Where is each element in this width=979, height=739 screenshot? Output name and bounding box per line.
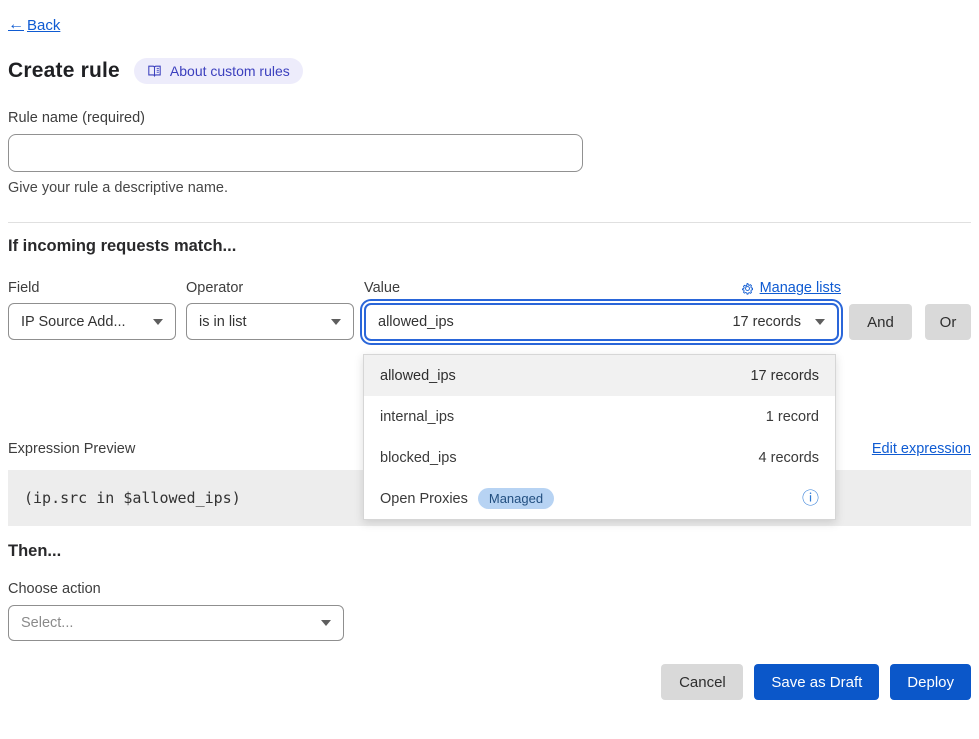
- field-select[interactable]: IP Source Add...: [8, 303, 176, 340]
- list-name: blocked_ips: [380, 450, 457, 466]
- condition-row: IP Source Add... is in list allowed_ips …: [8, 303, 971, 341]
- rule-name-helper: Give your rule a descriptive name.: [8, 180, 971, 196]
- value-select-name: allowed_ips: [378, 314, 454, 330]
- info-icon[interactable]: ⓘ: [802, 490, 819, 507]
- title-row: Create rule About custom rules: [8, 58, 971, 84]
- field-label: Field: [8, 280, 186, 296]
- chevron-down-icon: [331, 319, 341, 325]
- action-select-placeholder: Select...: [21, 615, 73, 631]
- manage-lists-label: Manage lists: [760, 280, 841, 296]
- action-select[interactable]: Select...: [8, 605, 344, 641]
- chevron-down-icon: [153, 319, 163, 325]
- section-divider: [8, 222, 971, 223]
- list-name: Open Proxies: [380, 491, 468, 507]
- value-select-meta: 17 records: [732, 314, 801, 330]
- chevron-down-icon: [321, 620, 331, 626]
- operator-select-value: is in list: [199, 314, 247, 330]
- expression-preview-label: Expression Preview: [8, 441, 135, 457]
- dropdown-item-open-proxies[interactable]: Open Proxies Managed ⓘ: [364, 478, 835, 519]
- edit-expression-link[interactable]: Edit expression: [872, 441, 971, 457]
- save-as-draft-button[interactable]: Save as Draft: [754, 664, 879, 700]
- and-button[interactable]: And: [849, 304, 912, 340]
- value-select[interactable]: allowed_ips 17 records: [364, 303, 839, 341]
- page-title: Create rule: [8, 59, 120, 83]
- cancel-button[interactable]: Cancel: [661, 664, 743, 700]
- deploy-button[interactable]: Deploy: [890, 664, 971, 700]
- about-badge-label: About custom rules: [170, 63, 290, 79]
- managed-badge: Managed: [478, 488, 554, 509]
- operator-label: Operator: [186, 280, 364, 296]
- rule-name-label: Rule name (required): [8, 110, 971, 126]
- list-record-count: 17 records: [750, 368, 819, 384]
- dropdown-item-blocked-ips[interactable]: blocked_ips 4 records: [364, 437, 835, 478]
- manage-lists-link[interactable]: Manage lists: [741, 280, 841, 296]
- expression-code: (ip.src in $allowed_ips): [24, 489, 241, 507]
- choose-action-label: Choose action: [8, 581, 971, 597]
- field-select-value: IP Source Add...: [21, 314, 126, 330]
- footer-actions: Cancel Save as Draft Deploy: [8, 664, 971, 700]
- list-record-count: 4 records: [759, 450, 819, 466]
- back-link[interactable]: ←Back: [8, 16, 60, 34]
- book-icon: [147, 64, 162, 78]
- list-record-count: 1 record: [766, 409, 819, 425]
- or-button[interactable]: Or: [925, 304, 971, 340]
- then-section-heading: Then...: [8, 542, 971, 561]
- match-section-heading: If incoming requests match...: [8, 237, 971, 256]
- condition-labels-row: Field Operator Value Manage lists: [8, 280, 971, 296]
- create-rule-page: ←Back Create rule About custom rules Rul…: [0, 0, 979, 739]
- back-arrow-icon: ←: [8, 16, 24, 34]
- dropdown-item-allowed-ips[interactable]: allowed_ips 17 records: [364, 355, 835, 396]
- chevron-down-icon: [815, 319, 825, 325]
- list-name: internal_ips: [380, 409, 454, 425]
- operator-select[interactable]: is in list: [186, 303, 354, 340]
- value-dropdown-panel: allowed_ips 17 records internal_ips 1 re…: [363, 354, 836, 520]
- gear-icon: [741, 282, 754, 295]
- value-label: Value: [364, 280, 400, 296]
- list-name: allowed_ips: [380, 368, 456, 384]
- back-label: Back: [27, 17, 60, 34]
- rule-name-input[interactable]: [8, 134, 583, 172]
- about-custom-rules-link[interactable]: About custom rules: [134, 58, 303, 84]
- dropdown-item-internal-ips[interactable]: internal_ips 1 record: [364, 396, 835, 437]
